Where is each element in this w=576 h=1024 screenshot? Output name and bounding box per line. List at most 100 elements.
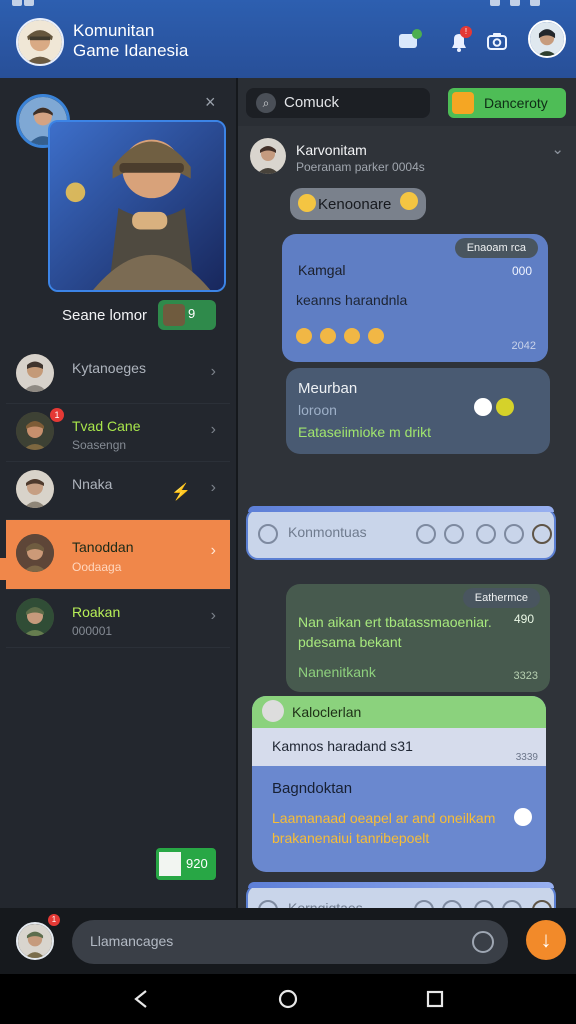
status-icon — [490, 0, 500, 6]
message-bubble[interactable]: Eathermce Nan aikan ert tbatassmaoeniar.… — [286, 584, 550, 692]
hero-card[interactable] — [48, 120, 226, 292]
message-title: Meurban — [298, 380, 358, 397]
chat-primary-button[interactable]: Danceroty — [448, 88, 566, 118]
emoji-icon — [320, 328, 336, 344]
message-title: Kamgal — [298, 262, 346, 278]
hero-pill[interactable]: 9 — [158, 300, 216, 330]
chat-list-item[interactable]: Nnaka ⚡ › — [6, 462, 230, 520]
hero-pill-label: 9 — [188, 306, 196, 321]
composer-placeholder: Konmontuas — [288, 524, 367, 540]
selection-accent — [0, 558, 6, 580]
chevron-right-icon[interactable]: › — [211, 607, 216, 625]
app-root: Komunitan Game Idanesia ! × Seane lomor … — [0, 0, 576, 1024]
chevron-right-icon[interactable]: › — [211, 479, 216, 497]
clock-icon[interactable] — [472, 931, 494, 953]
status-icon — [510, 0, 520, 6]
chat-search-button[interactable]: ⌕ Comuck — [246, 88, 430, 118]
unread-badge: 1 — [50, 408, 64, 422]
reply-bubble[interactable]: Kaloclerlan Kamnos haradand s31 3339 Bag… — [252, 696, 546, 872]
chat-list-item[interactable]: Kytanoeges › — [6, 346, 230, 404]
sticker-icon[interactable] — [476, 524, 496, 544]
message-time: 3323 — [513, 670, 538, 682]
compose-icon[interactable] — [258, 524, 278, 544]
chevron-down-icon[interactable]: ⌄ — [551, 140, 564, 158]
home-icon[interactable] — [277, 988, 299, 1010]
message-composer[interactable]: Konmontuas — [246, 506, 556, 560]
chevron-right-icon[interactable]: › — [211, 542, 216, 560]
close-icon[interactable]: × — [205, 92, 216, 113]
chat-icon[interactable] — [396, 28, 422, 54]
reaction-icon — [496, 398, 514, 416]
send-button[interactable]: ↓ — [526, 920, 566, 960]
profile-avatar[interactable] — [528, 20, 566, 58]
reaction-icon — [474, 398, 492, 416]
chevron-right-icon[interactable]: › — [211, 421, 216, 439]
bolt-icon: ⚡ — [171, 484, 191, 501]
sender-row: Karvonitam Poeranam parker 0004s ⌄ — [250, 138, 564, 178]
sender-avatar[interactable] — [250, 138, 286, 174]
notification-badge: ! — [460, 26, 472, 38]
sender-meta: Poeranam parker 0004s — [296, 160, 425, 174]
reply-avatar — [262, 700, 284, 722]
chat-name: Tanoddan — [72, 539, 134, 555]
message-area: Karvonitam Poeranam parker 0004s ⌄ Kenoo… — [238, 126, 576, 936]
reply-quote: Kamnos haradand s31 — [252, 728, 546, 766]
search-icon: ⌕ — [256, 93, 276, 113]
chat-subtitle: Oodaaga — [72, 560, 122, 574]
status-icon — [12, 0, 22, 6]
composer-header — [248, 882, 554, 888]
chat-primary-label: Danceroty — [484, 95, 548, 111]
bottom-input-bar: 1 Llamancages ↓ — [0, 908, 576, 974]
reply-header: Kaloclerlan — [252, 696, 546, 728]
message-input[interactable]: Llamancages — [72, 920, 508, 964]
message-time: 2042 — [511, 340, 536, 352]
chevron-right-icon[interactable]: › — [211, 363, 216, 381]
message-bubble[interactable]: Enaoam rca Kamgal 000 keanns harandnla 2… — [282, 234, 548, 362]
status-icon — [24, 0, 34, 6]
group-avatar[interactable] — [16, 18, 64, 66]
chat-avatar — [16, 470, 54, 508]
emoji-icon[interactable] — [416, 524, 436, 544]
chat-name: Roakan — [72, 604, 121, 620]
system-navigation-bar — [0, 974, 576, 1024]
green-action-button[interactable]: 920 — [156, 848, 216, 880]
gift-icon — [452, 92, 474, 114]
status-icon — [530, 0, 540, 6]
reply-title: Bagndoktan — [272, 780, 353, 797]
message-link[interactable]: Eataseiimioke m drikt — [298, 424, 431, 440]
attach-icon[interactable] — [444, 524, 464, 544]
gif-icon[interactable] — [504, 524, 524, 544]
message-tag: Eathermce — [462, 588, 540, 608]
message-text: Nan aikan ert tbatassmaoeniar. pdesama b… — [298, 614, 492, 650]
chat-avatar — [16, 412, 54, 450]
message-input-placeholder: Llamancages — [90, 933, 174, 949]
chat-list: Kytanoeges › 1 Tvad Cane Soasengn › Nnak… — [6, 346, 230, 648]
profile-mini-avatar[interactable] — [532, 524, 552, 544]
message-bubble[interactable]: Meurban loroon Eataseiimioke m drikt — [286, 368, 550, 454]
message-number: 490 — [513, 612, 534, 626]
chat-list-item-active[interactable]: Tanoddan Oodaaga › — [6, 520, 230, 590]
reply-quote-text: Kamnos haradand s31 — [272, 738, 413, 754]
back-icon[interactable] — [130, 988, 152, 1010]
chat-list-item[interactable]: Roakan 000001 › — [6, 590, 230, 648]
recent-apps-icon[interactable] — [424, 988, 446, 1010]
chat-avatar — [16, 598, 54, 636]
emoji-icon — [368, 328, 384, 344]
emoji-icon — [400, 192, 418, 210]
chat-list-item[interactable]: 1 Tvad Cane Soasengn › — [6, 404, 230, 462]
emoji-row — [296, 328, 400, 352]
bottom-avatar[interactable] — [16, 922, 54, 960]
message-subtitle: Nanenitkank — [298, 664, 376, 680]
message-subtitle: loroon — [298, 402, 337, 418]
more-icon[interactable] — [514, 808, 532, 826]
message-text: keanns harandnla — [296, 292, 408, 308]
notification-icon[interactable]: ! — [446, 26, 472, 54]
camera-icon[interactable] — [484, 28, 510, 54]
mini-avatar-icon — [163, 304, 185, 326]
chat-name: Kytanoeges — [72, 360, 146, 376]
sender-name: Karvonitam — [296, 142, 367, 158]
reaction-chip[interactable]: Kenoonare — [290, 188, 426, 220]
document-icon — [159, 852, 181, 876]
hero-name: Seane lomor — [62, 307, 148, 324]
chat-search-label: Comuck — [284, 94, 340, 111]
